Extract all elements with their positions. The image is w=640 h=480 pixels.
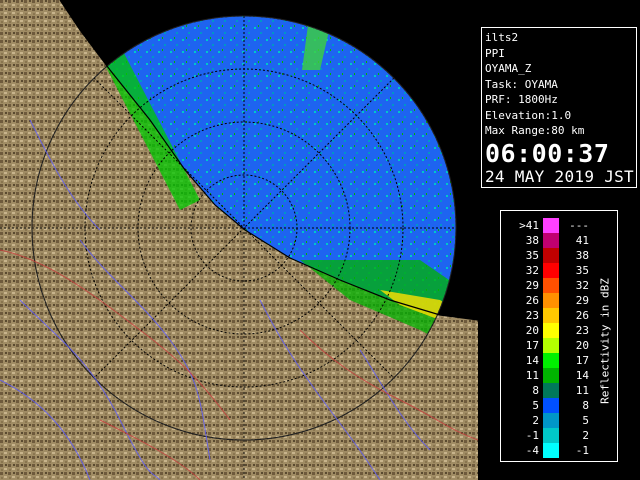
legend-color-swatch xyxy=(543,323,559,338)
legend-low-value: 5 xyxy=(532,399,539,412)
legend-color-swatch xyxy=(543,443,559,458)
legend-low-value: 11 xyxy=(525,369,539,382)
legend-high-value: 26 xyxy=(575,309,589,322)
legend-high-value: 11 xyxy=(575,384,589,397)
scan-time: 06:00:37 xyxy=(485,138,610,168)
legend-low-value: 2 xyxy=(532,414,539,427)
legend-high-value: -1 xyxy=(575,444,589,457)
legend-high-value: 20 xyxy=(575,339,589,352)
legend-high-value: 23 xyxy=(575,324,589,337)
legend-high-value: 5 xyxy=(582,414,589,427)
legend-color-swatch xyxy=(543,383,559,398)
legend-color-swatch xyxy=(543,218,559,233)
legend-low-value: -1 xyxy=(525,429,539,442)
legend-high-value: 38 xyxy=(575,249,589,262)
legend-color-swatch xyxy=(543,233,559,248)
legend-color-swatch xyxy=(543,398,559,413)
scan-date: 24 MAY 2019 JST xyxy=(485,166,634,186)
legend-low-value: 8 xyxy=(532,384,539,397)
legend-color-swatch xyxy=(543,308,559,323)
legend-low-value: 23 xyxy=(525,309,539,322)
legend-low-value: 35 xyxy=(525,249,539,262)
info-panel: ilts2 PPI OYAMA_Z Task: OYAMA PRF: 1800H… xyxy=(481,27,637,188)
legend-color-swatch xyxy=(543,413,559,428)
legend-color-swatch xyxy=(543,263,559,278)
legend-low-value: 29 xyxy=(525,279,539,292)
legend-low-value: 38 xyxy=(525,234,539,247)
legend-high-value: 2 xyxy=(582,429,589,442)
legend-low-value: 26 xyxy=(525,294,539,307)
task-label: Task: OYAMA xyxy=(485,77,558,91)
legend-color-swatch xyxy=(543,293,559,308)
legend-row: -4 -1 xyxy=(501,443,617,458)
legend-unit: Reflectivity in dBZ xyxy=(597,241,613,441)
legend-high-value: --- xyxy=(569,219,589,232)
legend-low-value: -4 xyxy=(525,444,539,457)
legend-high-value: 29 xyxy=(575,294,589,307)
legend-high-value: 32 xyxy=(575,279,589,292)
legend-color-swatch xyxy=(543,248,559,263)
legend-high-value: 35 xyxy=(575,264,589,277)
legend-high-value: 8 xyxy=(582,399,589,412)
legend-row: >41 --- xyxy=(501,218,617,233)
legend-high-value: 41 xyxy=(575,234,589,247)
legend-high-value: 14 xyxy=(575,369,589,382)
radar-ppi-display xyxy=(0,0,478,480)
legend-low-value: >41 xyxy=(519,219,539,232)
legend-color-swatch xyxy=(543,338,559,353)
legend-low-value: 14 xyxy=(525,354,539,367)
legend-low-value: 20 xyxy=(525,324,539,337)
prf-label: PRF: 1800Hz xyxy=(485,93,558,106)
legend-color-swatch xyxy=(543,368,559,383)
system-name: ilts2 xyxy=(485,31,519,44)
legend-low-value: 32 xyxy=(525,264,539,277)
legend-high-value: 17 xyxy=(575,354,589,367)
legend-low-value: 17 xyxy=(525,339,539,352)
legend-color-swatch xyxy=(543,278,559,293)
legend-color-swatch xyxy=(543,353,559,368)
scan-type: PPI xyxy=(485,46,505,60)
legend-color-swatch xyxy=(543,428,559,443)
product-name: OYAMA_Z xyxy=(485,62,532,75)
radar-map xyxy=(0,0,478,480)
max-range-label: Max Range:80 km xyxy=(485,124,585,137)
reflectivity-legend: >41 --- 38 41 35 38 32 35 29 32 26 29 23 26 20 23 17 20 14… xyxy=(500,210,618,462)
elevation-label: Elevation:1.0 xyxy=(485,108,572,122)
legend-unit-label: Reflectivity in dBZ xyxy=(598,278,612,404)
